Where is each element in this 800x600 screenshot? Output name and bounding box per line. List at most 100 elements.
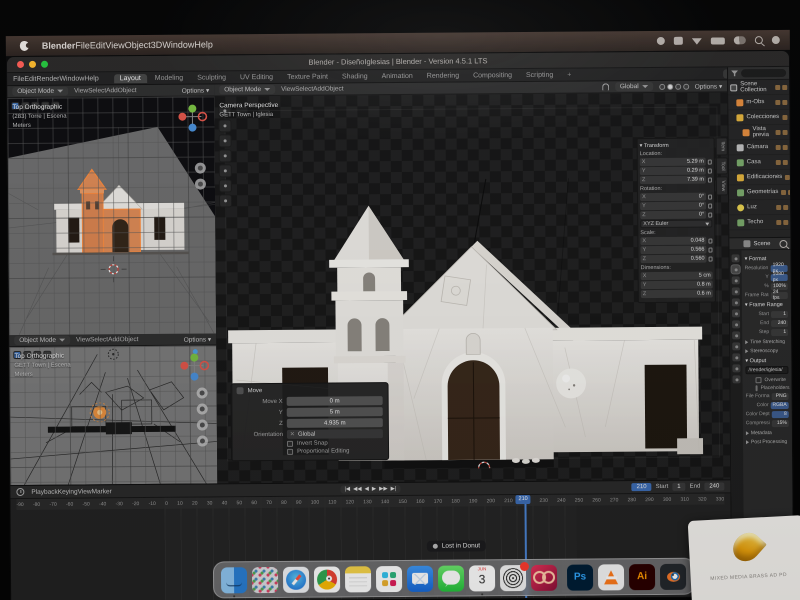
visibility-toggles[interactable] [775, 84, 787, 89]
outliner-row[interactable]: m-Obs [728, 95, 789, 110]
dock-illustrator-icon[interactable]: Ai [629, 564, 655, 590]
topbar-menu-item[interactable]: Edit [24, 75, 36, 82]
wifi-icon[interactable] [692, 37, 702, 45]
number-field[interactable]: X0° [640, 193, 706, 202]
snap-magnet-icon[interactable] [602, 83, 609, 90]
dock-record-app-icon[interactable] [500, 565, 526, 591]
operator-title[interactable]: Move [237, 386, 383, 394]
lock-icon[interactable] [708, 177, 712, 182]
checkbox-row[interactable]: Overwrite [755, 376, 788, 384]
orientation-dropdown[interactable]: Global [615, 82, 653, 91]
dock-mail-icon[interactable] [407, 565, 433, 591]
value-field[interactable]: PNG [772, 392, 789, 399]
viewport-menu-item[interactable]: Add [106, 87, 118, 94]
mode-dropdown[interactable]: Object Mode [12, 87, 68, 96]
checkbox[interactable] [755, 377, 761, 383]
viewport-menu-item[interactable]: Add [313, 86, 325, 93]
navigation-gizmo[interactable] [175, 101, 209, 135]
lock-icon[interactable] [708, 168, 712, 173]
viewport-menu-item[interactable]: View [281, 86, 295, 93]
dock-blender-icon[interactable] [660, 563, 686, 589]
visibility-toggles[interactable] [785, 174, 790, 179]
constraints-properties-tab[interactable] [732, 353, 740, 361]
dock-launchpad-icon[interactable] [252, 566, 278, 592]
viewport-main[interactable]: Camera Perspective GETT Town | Iglesia ▾… [214, 92, 730, 483]
control-center-icon[interactable] [734, 36, 746, 44]
viewport-menu-item[interactable]: Select [295, 86, 313, 93]
value-field[interactable]: 15% [772, 419, 789, 426]
collapsed-section[interactable]: Post Processing [746, 437, 789, 446]
transform-section-title[interactable]: ▾ Transform [640, 143, 712, 150]
orientation-dropdown[interactable]: ✕Global [287, 429, 383, 439]
number-field[interactable]: 24 fps [771, 291, 788, 298]
zoom-icon[interactable] [195, 163, 206, 174]
collapsed-section[interactable]: Metadata [746, 428, 789, 437]
dock-safari-icon[interactable] [283, 566, 309, 592]
wireframe-shading-icon[interactable] [659, 83, 665, 89]
number-field[interactable]: Y0.29 m [640, 167, 706, 176]
workspace-tab[interactable]: Sculpting [191, 73, 232, 82]
scene-properties-tab[interactable] [732, 287, 740, 295]
cursor-tool-icon[interactable] [218, 119, 231, 132]
number-field[interactable]: 0 m [287, 396, 383, 406]
outliner-row[interactable]: Luz [729, 200, 790, 215]
timeline-menu-item[interactable]: Marker [92, 488, 112, 495]
dock-photoshop-icon[interactable]: Ps [567, 564, 593, 590]
mode-dropdown[interactable]: Object Mode [14, 336, 70, 345]
checkbox-row[interactable]: Placeholders [756, 384, 789, 392]
close-button[interactable] [17, 61, 24, 68]
collapsed-section[interactable]: Time Stretching [745, 337, 788, 346]
annotate-tool-icon[interactable] [219, 194, 232, 207]
lock-icon[interactable] [708, 212, 712, 217]
material-properties-tab[interactable] [732, 375, 740, 383]
menubar-item[interactable]: Blender [42, 41, 76, 51]
select-box-tool-icon[interactable] [23, 351, 31, 359]
dock-vlc-icon[interactable] [598, 564, 624, 590]
outliner-row[interactable]: Geometrías [729, 185, 790, 200]
lock-icon[interactable] [708, 247, 712, 252]
visibility-toggles[interactable] [781, 189, 790, 194]
scale-tool-icon[interactable] [219, 164, 232, 177]
lock-icon[interactable] [709, 256, 713, 261]
world-properties-tab[interactable] [732, 298, 740, 306]
viewport-menu-item[interactable]: Select [90, 336, 108, 343]
workspace-tab[interactable]: Texture Paint [281, 72, 334, 81]
navigation-gizmo[interactable] [177, 350, 211, 384]
viewport-menu-item[interactable]: Select [88, 87, 106, 94]
data-properties-tab[interactable] [732, 364, 740, 372]
rotate-tool-icon[interactable] [51, 102, 59, 110]
material-shading-icon[interactable] [675, 83, 681, 89]
move-tool-icon[interactable] [43, 351, 51, 359]
workspace-tab[interactable]: Scripting [520, 70, 559, 79]
viewport-bottom-left[interactable]: Top Orthographic GETT Town | Escena Mete… [9, 345, 217, 485]
menubar-item[interactable]: 3D [151, 40, 163, 50]
lock-icon[interactable] [708, 194, 712, 199]
apple-logo-icon[interactable] [20, 41, 29, 51]
zoom-button[interactable] [41, 61, 48, 68]
pan-hand-icon[interactable] [195, 179, 206, 190]
visibility-toggles[interactable] [782, 114, 790, 119]
number-field[interactable]: Y0° [640, 202, 706, 211]
render-properties-tab[interactable] [732, 254, 740, 262]
lock-icon[interactable] [708, 238, 712, 243]
viewport-menu-item[interactable]: Object [325, 85, 344, 92]
playback-button[interactable]: ▶▶ [379, 486, 388, 492]
lock-icon[interactable] [708, 159, 712, 164]
workspace-tab[interactable]: Modeling [149, 73, 189, 82]
workspace-tab[interactable]: Animation [376, 71, 419, 80]
viewport-top-left[interactable]: Top Orthographic (283) Torre | Escena Me… [7, 96, 216, 335]
filter-icon[interactable] [731, 70, 738, 76]
outliner-row[interactable]: Casa [729, 155, 790, 170]
n-panel-tab[interactable]: Tool [716, 157, 728, 174]
move-tool-icon[interactable] [219, 134, 232, 147]
collapsed-section[interactable]: Stereoscopy [745, 346, 788, 355]
visibility-toggles[interactable] [775, 99, 787, 104]
move-tool-icon[interactable] [41, 102, 49, 110]
search-icon[interactable] [779, 239, 787, 247]
n-panel-tab[interactable]: View [716, 176, 728, 195]
start-frame-field[interactable]: 1 [672, 483, 685, 491]
viewport-menu-item[interactable]: Add [108, 336, 120, 343]
solid-shading-icon[interactable] [667, 83, 673, 89]
tweak-tool-icon[interactable] [11, 102, 19, 110]
cursor-tool-icon[interactable] [31, 102, 39, 110]
